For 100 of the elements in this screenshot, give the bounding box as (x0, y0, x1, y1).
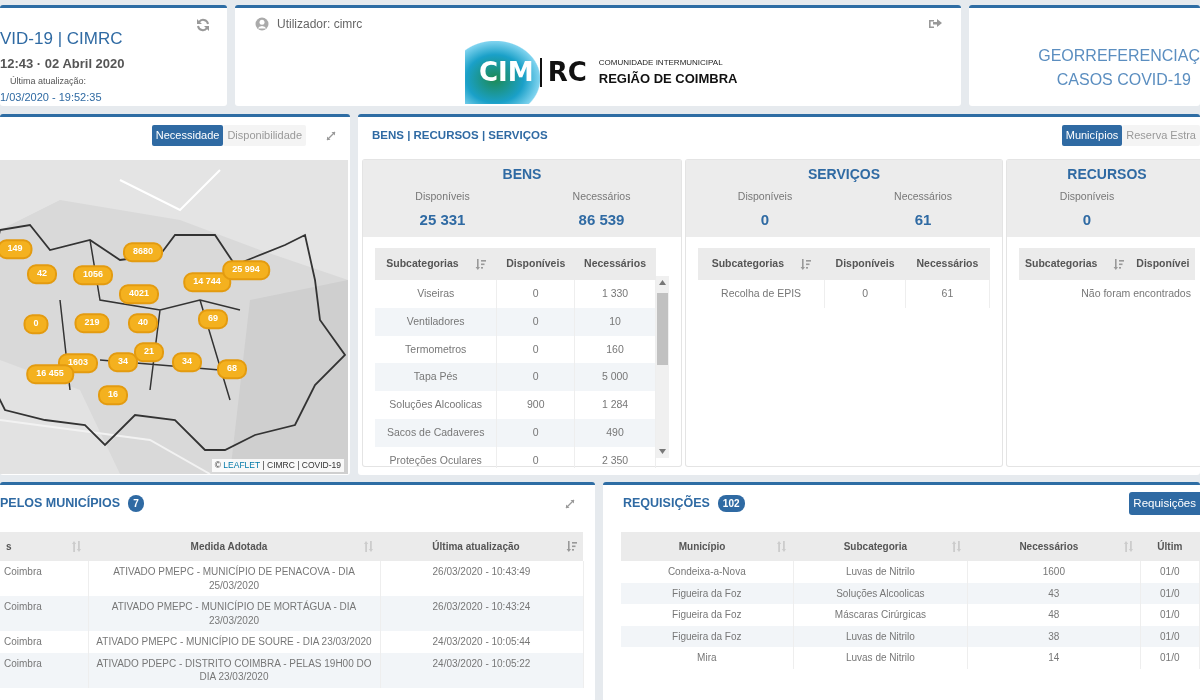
table-cell: ATIVADO PMEPC - MUNICÍPIO DE MORTÁGUA - DIA 23/03/2020 (111, 601, 357, 626)
banner-title: GEORREFERENCIAÇ (1038, 46, 1200, 66)
table-cell: Viseiras (375, 280, 497, 308)
table-cell: 900 (496, 391, 575, 419)
panel-title: BENS | RECURSOS | SERVIÇOS (372, 127, 548, 143)
logo-mark: RC (539, 58, 593, 87)
table-cell: 24/03/2020 - 10:05:22 (432, 657, 531, 669)
table-cell: 1600 (1042, 566, 1065, 577)
table-cell: Luvas de Nitrilo (845, 630, 915, 642)
date-time: 12:43 · 02 Abril 2020 (0, 54, 125, 73)
map-marker[interactable]: 14 744 (183, 272, 231, 292)
table-cell: 5 000 (574, 363, 656, 391)
table-cell: Proteções Oculares (375, 446, 497, 469)
attribution-link[interactable]: LEAFLET (223, 460, 261, 471)
table-cell: 01/0 (1160, 566, 1180, 577)
table-cell: Máscaras Cirúrgicas (834, 609, 926, 620)
map-marker[interactable]: 16 455 (26, 364, 74, 384)
table-cell: Figueira da Foz (672, 609, 742, 620)
user-icon (255, 17, 269, 31)
table-cell: Luvas de Nitrilo (845, 652, 915, 663)
sort-icon[interactable] (566, 541, 577, 552)
table-cell: 10 (574, 307, 656, 336)
table-cell: 38 (1048, 630, 1060, 642)
stat-label: Disponíveis (737, 189, 793, 204)
expand-icon[interactable] (326, 130, 336, 141)
stat-value: 86 539 (578, 209, 625, 230)
table-cell: Mira (697, 652, 717, 663)
table-cell: 26/03/2020 - 10:43:49 (432, 566, 531, 577)
map-marker[interactable]: 25 994 (222, 260, 270, 280)
table-cell: 0 (824, 280, 906, 308)
table-cell: 61 (905, 280, 990, 308)
table-cell: Figueira da Foz (672, 630, 742, 642)
banner-title: CASOS COVID-19 (1056, 70, 1191, 90)
table-cell: Figueira da Foz (672, 587, 742, 599)
scrollbar[interactable] (656, 276, 669, 459)
table-cell: 01/0 (1160, 609, 1180, 620)
table-cell: Sacos de Cadaveres (375, 418, 497, 447)
table-cell: Coimbra (4, 636, 42, 647)
table-cell: Tapa Pés (375, 363, 497, 391)
dashboard-title: VID-19 | CIMRC (0, 28, 123, 50)
sort-icon[interactable] (951, 541, 962, 552)
table-cell: Luvas de Nitrilo (845, 566, 915, 577)
table-cell: 01/0 (1160, 587, 1180, 599)
expand-icon[interactable] (565, 498, 575, 509)
table-cell: Soluções Alcoolicas (375, 391, 497, 419)
update-label: Última atualização: (10, 75, 87, 88)
sort-icon[interactable] (1124, 541, 1135, 552)
table-cell: 0 (496, 446, 575, 469)
table-cell: Coimbra (4, 601, 42, 612)
attribution-text: © LEAFLET | CIMRC | COVID-19 (211, 459, 344, 472)
refresh-icon[interactable] (196, 18, 210, 32)
table-cell: 14 (1048, 652, 1060, 663)
logout-icon[interactable] (929, 18, 943, 30)
sort-icon[interactable] (800, 258, 812, 270)
table-cell: 43 (1048, 587, 1060, 599)
toggle-button[interactable]: Disponibilidade (223, 125, 306, 146)
table-cell: 01/0 (1160, 630, 1180, 642)
count-badge: 102 (717, 495, 745, 512)
table-cell: Coimbra (4, 657, 42, 669)
panel-title: PELOS MUNICÍPIOS (0, 494, 121, 513)
count-badge: 7 (128, 495, 144, 512)
map-marker[interactable]: 149 (0, 239, 33, 259)
scroll-down-icon[interactable] (659, 449, 666, 455)
sort-icon[interactable] (72, 541, 82, 552)
sort-icon[interactable] (474, 258, 486, 270)
sort-icon[interactable] (1113, 258, 1125, 270)
table-cell: 490 (574, 418, 656, 447)
table-cell: 0 (496, 280, 575, 308)
table-cell: 48 (1048, 609, 1060, 620)
toggle-button[interactable]: Necessidade (151, 125, 224, 146)
table-cell: Ventiladores (375, 307, 497, 336)
scroll-up-icon[interactable] (659, 280, 666, 286)
stat-label: Necessários (894, 189, 952, 204)
table-cell: Soluções Alcoolicas (836, 587, 925, 599)
group-title: BENS (501, 165, 543, 184)
stat-label: Disponíveis (1059, 189, 1115, 204)
stat-value: 61 (914, 209, 932, 230)
table-cell: ATIVADO PDEPC - DISTRITO COIMBRA - PELAS 19H00 DO DIA 23/03/2020 (96, 657, 372, 682)
table-cell: Condeixa-a-Nova (667, 566, 746, 577)
logo-text: COMUNIDADE INTERMUNICIPAL (598, 56, 724, 69)
table-cell: 1 284 (574, 391, 656, 419)
toggle-button[interactable]: Municípios (1061, 125, 1123, 146)
stat-label: Necessários (572, 189, 631, 204)
update-time: 1/03/2020 - 19:52:35 (0, 89, 102, 105)
table-cell: 01/0 (1160, 652, 1180, 663)
table-cell: ATIVADO PMEPC - MUNICÍPIO DE PENACOVA - DIA 25/03/2020 (113, 566, 355, 591)
scrollbar-thumb[interactable] (657, 293, 668, 366)
sort-icon[interactable] (777, 541, 788, 552)
panel-title: REQUISIÇÕES (623, 494, 710, 513)
logo-mark: CIM (465, 41, 540, 104)
table-cell: Coimbra (4, 566, 42, 577)
toggle-button[interactable]: Reserva Estra (1122, 125, 1200, 146)
table-cell: 2 350 (574, 446, 656, 469)
stat-value: 25 331 (419, 209, 466, 230)
table-cell: 0 (496, 307, 575, 336)
sort-icon[interactable] (364, 541, 374, 552)
table-cell: 0 (496, 363, 575, 391)
requests-button[interactable]: Requisições (1129, 491, 1200, 516)
table-cell: 1 330 (574, 280, 656, 308)
table-cell: 0 (496, 418, 575, 447)
